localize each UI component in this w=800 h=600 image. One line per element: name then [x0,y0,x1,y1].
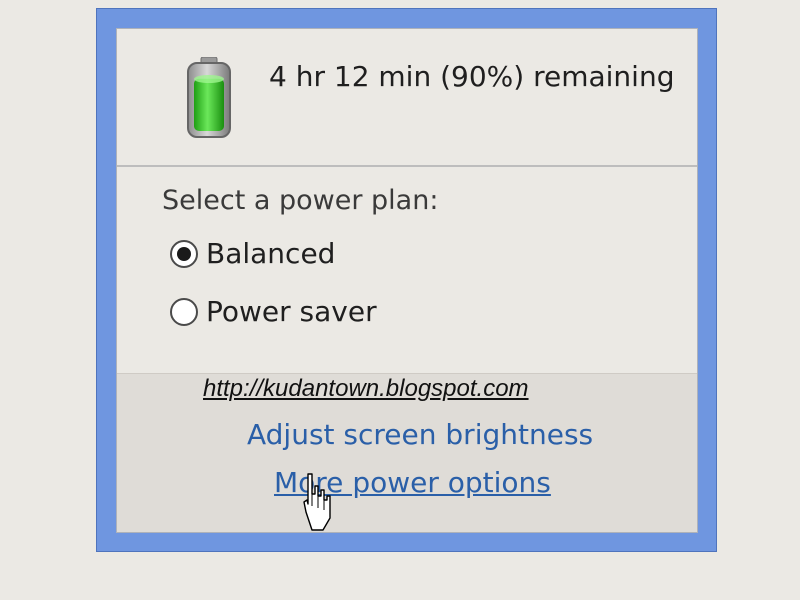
battery-icon [187,57,231,138]
plan-option-label: Balanced [206,237,336,270]
plan-option-balanced[interactable]: Balanced [170,237,335,270]
plan-option-power-saver[interactable]: Power saver [170,295,377,328]
plan-option-label: Power saver [206,295,377,328]
battery-status-section: 4 hr 12 min (90%) remaining [117,29,697,167]
battery-flyout-panel: 4 hr 12 min (90%) remaining Select a pow… [116,28,698,533]
adjust-brightness-link[interactable]: Adjust screen brightness [247,418,593,451]
battery-flyout-frame: 4 hr 12 min (90%) remaining Select a pow… [96,8,717,552]
battery-status-text: 4 hr 12 min (90%) remaining [269,60,675,93]
hand-pointer-icon [303,473,331,531]
radio-unchecked-icon[interactable] [170,297,198,326]
power-plan-heading: Select a power plan: [162,185,439,216]
watermark-text: http://kudantown.blogspot.com [203,375,529,402]
radio-dot [177,246,191,261]
power-plan-section: Select a power plan: Balanced Power save… [117,167,697,373]
links-section: http://kudantown.blogspot.com Adjust scr… [117,373,697,532]
radio-checked-icon[interactable] [170,239,198,268]
